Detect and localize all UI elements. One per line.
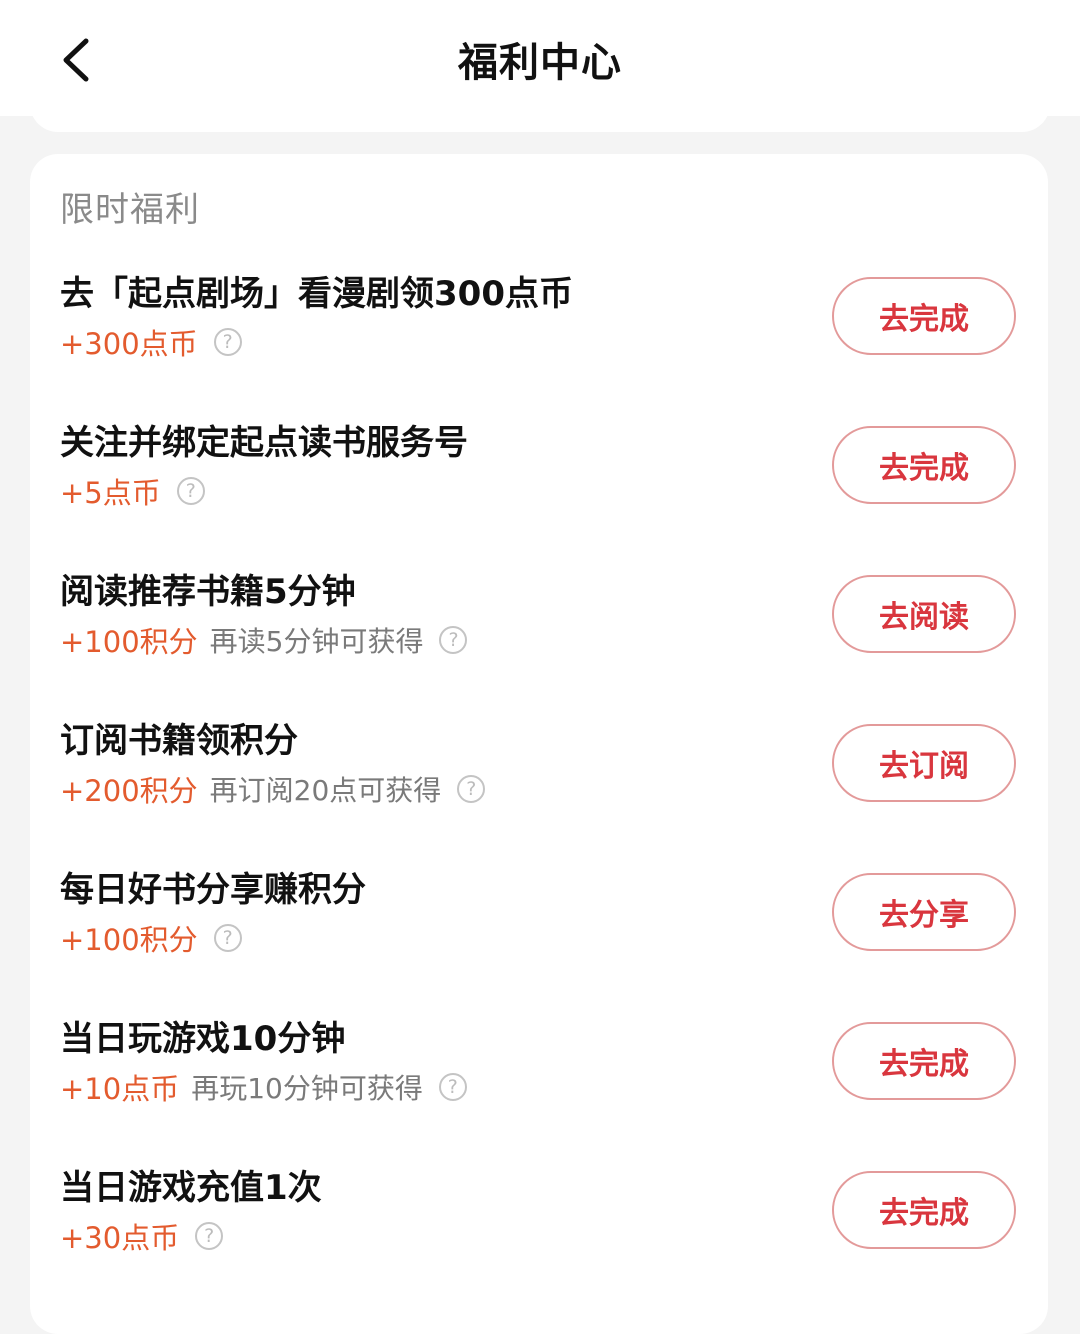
page-title: 福利中心 [458, 40, 622, 86]
question-circle-icon[interactable]: ? [213, 328, 242, 356]
limited-welfare-card: 限时福利 去「起点剧场」看漫剧领300点币 +300点币 ? 去完成 关注并绑定… [30, 154, 1048, 1334]
task-hint: 再玩10分钟可获得 [191, 1072, 423, 1105]
task-reward-row: +30点币 ? [60, 1218, 224, 1255]
question-circle-icon[interactable]: ? [176, 477, 205, 505]
task-hint: 再读5分钟可获得 [209, 625, 424, 658]
task-item: 每日好书分享赚积分 +100积分 ? 去分享 [30, 840, 1048, 989]
task-title: 去「起点剧场」看漫剧领300点币 [60, 274, 573, 314]
task-reward-row: +5点币 ? [60, 473, 205, 510]
task-item: 当日玩游戏10分钟 +10点币 再玩10分钟可获得 ? 去完成 [30, 989, 1048, 1138]
top-bar: 福利中心 [0, 0, 1080, 116]
task-reward-row: +300点币 ? [60, 324, 242, 361]
task-reward: +10点币 [60, 1072, 180, 1106]
question-circle-icon[interactable]: ? [213, 924, 242, 952]
task-hint: 再订阅20点可获得 [209, 774, 442, 807]
task-action-button[interactable]: 去完成 [832, 277, 1016, 355]
task-item: 阅读推荐书籍5分钟 +100积分 再读5分钟可获得 ? 去阅读 [30, 542, 1048, 691]
task-reward: +5点币 [60, 476, 161, 510]
task-title: 当日玩游戏10分钟 [60, 1019, 346, 1059]
task-list: 去「起点剧场」看漫剧领300点币 +300点币 ? 去完成 关注并绑定起点读书服… [30, 244, 1048, 1287]
task-title: 阅读推荐书籍5分钟 [60, 572, 356, 612]
task-action-button[interactable]: 去完成 [832, 1171, 1016, 1249]
task-title: 当日游戏充值1次 [60, 1168, 322, 1208]
task-reward-row: +200积分 再订阅20点可获得 ? [60, 771, 486, 808]
task-reward-row: +100积分 再读5分钟可获得 ? [60, 622, 468, 659]
task-reward-row: +10点币 再玩10分钟可获得 ? [60, 1069, 467, 1106]
question-circle-icon[interactable]: ? [457, 775, 486, 803]
task-item: 去「起点剧场」看漫剧领300点币 +300点币 ? 去完成 [30, 244, 1048, 393]
task-action-button[interactable]: 去分享 [832, 873, 1016, 951]
header-panel-bottom [30, 100, 1050, 132]
question-circle-icon[interactable]: ? [195, 1222, 224, 1250]
task-reward: +100积分 [60, 625, 198, 659]
task-reward: +100积分 [60, 923, 198, 957]
task-reward: +300点币 [60, 327, 198, 361]
task-title: 订阅书籍领积分 [60, 721, 298, 761]
section-title: 限时福利 [60, 190, 200, 230]
task-item: 订阅书籍领积分 +200积分 再订阅20点可获得 ? 去订阅 [30, 691, 1048, 840]
task-reward: +30点币 [60, 1221, 180, 1255]
task-title: 关注并绑定起点读书服务号 [60, 423, 468, 463]
task-action-button[interactable]: 去完成 [832, 1022, 1016, 1100]
question-circle-icon[interactable]: ? [438, 1073, 467, 1101]
task-action-button[interactable]: 去完成 [832, 426, 1016, 504]
task-reward: +200积分 [60, 774, 198, 808]
task-title: 每日好书分享赚积分 [60, 870, 366, 910]
question-circle-icon[interactable]: ? [439, 626, 468, 654]
task-item: 关注并绑定起点读书服务号 +5点币 ? 去完成 [30, 393, 1048, 542]
task-action-button[interactable]: 去订阅 [832, 724, 1016, 802]
task-action-button[interactable]: 去阅读 [832, 575, 1016, 653]
task-reward-row: +100积分 ? [60, 920, 242, 957]
task-item: 当日游戏充值1次 +30点币 ? 去完成 [30, 1138, 1048, 1287]
